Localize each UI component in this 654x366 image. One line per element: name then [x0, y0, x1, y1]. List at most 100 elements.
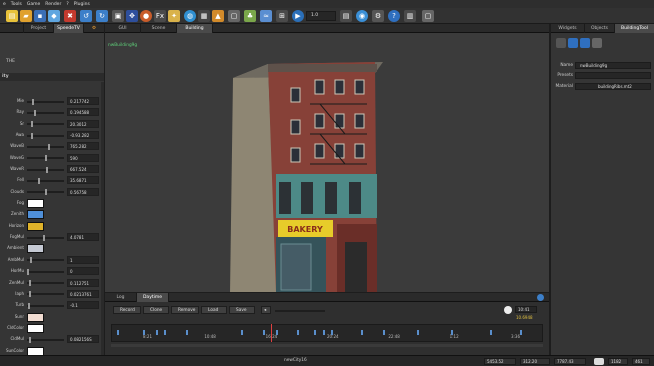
property-value[interactable]: 4.0781 [67, 233, 99, 242]
timeline-keyframe[interactable] [314, 330, 317, 335]
record-button[interactable]: Record [113, 306, 141, 314]
property-value[interactable]: -0.93.282 [67, 131, 99, 140]
menu-item-2[interactable]: Game [27, 2, 40, 7]
slider-knob[interactable] [28, 302, 31, 309]
slider-knob[interactable] [27, 268, 29, 275]
timeline-track[interactable] [111, 324, 543, 342]
snap-grid-icon[interactable]: ▤ [340, 10, 352, 22]
timeline-keyframe[interactable] [322, 330, 325, 335]
property-slider[interactable] [27, 268, 64, 275]
slider-knob[interactable] [37, 177, 40, 184]
property-value[interactable]: 590 [67, 153, 99, 162]
slider-knob[interactable] [48, 143, 50, 150]
timeline-keyframe[interactable] [451, 330, 454, 335]
timeline-keyframe[interactable] [241, 330, 244, 335]
property-value[interactable]: 0.56758 [67, 187, 99, 196]
delete-icon[interactable]: ✖ [64, 10, 76, 22]
slider-knob[interactable] [32, 98, 35, 105]
select-icon[interactable]: ▣ [112, 10, 124, 22]
terrain-icon[interactable]: ▲ [212, 10, 224, 22]
building-render[interactable]: BAKERY [105, 34, 549, 292]
snap-icon[interactable]: ⊞ [276, 10, 288, 22]
panel-close-icon[interactable] [537, 294, 544, 301]
tab-scene[interactable]: Scene [141, 24, 177, 33]
property-value[interactable]: 0.194588 [67, 108, 99, 117]
grid-icon[interactable]: ▦ [198, 10, 210, 22]
panel-options-icon[interactable]: ⚙ [84, 24, 104, 33]
timeline-keyframe[interactable] [185, 330, 188, 335]
property-slider[interactable] [27, 336, 64, 343]
property-value[interactable]: 35.6871 [67, 176, 99, 185]
save-icon[interactable]: ▪ [34, 10, 46, 22]
property-slider[interactable] [27, 189, 64, 196]
material-field[interactable]: buildingRibs.mt2 [575, 83, 651, 90]
timeline-keyframe[interactable] [489, 330, 492, 335]
slider-knob[interactable] [44, 155, 47, 162]
menu-item-3[interactable]: Render [45, 2, 61, 7]
property-value[interactable]: 765.282 [67, 142, 99, 151]
menu-item-0[interactable]: e [3, 2, 6, 7]
slider-knob[interactable] [29, 257, 32, 264]
tab-objects[interactable]: Objects [585, 24, 615, 33]
timeline-keyframe[interactable] [155, 330, 158, 335]
timeline-cursor[interactable] [271, 324, 273, 342]
timeline-keyframe[interactable] [382, 330, 385, 335]
import-icon[interactable]: ◆ [48, 10, 60, 22]
slider-knob[interactable] [46, 166, 49, 173]
list-view-icon[interactable] [580, 38, 590, 48]
globe-icon[interactable]: ◍ [184, 10, 196, 22]
gear-icon[interactable] [556, 38, 566, 48]
timeline-keyframe[interactable] [519, 330, 522, 335]
slider-knob[interactable] [29, 336, 32, 343]
window-icon[interactable]: ▢ [422, 10, 434, 22]
property-value[interactable]: 0.112751 [67, 278, 99, 287]
property-value[interactable]: 0.217742 [67, 97, 99, 105]
slider-knob[interactable] [44, 189, 47, 196]
property-slider[interactable] [27, 166, 64, 173]
property-value[interactable]: 0.082156S [67, 335, 99, 344]
new-file-icon[interactable]: ▤ [6, 10, 18, 22]
property-slider[interactable] [27, 177, 64, 184]
time-slider[interactable] [275, 309, 325, 312]
timeline-keyframe[interactable] [297, 330, 300, 335]
presets-select[interactable] [575, 72, 651, 79]
slider-knob[interactable] [29, 280, 32, 286]
tab-building[interactable]: Building [177, 24, 213, 33]
fx-icon[interactable]: Fx [154, 10, 166, 22]
property-value[interactable]: 1 [67, 255, 99, 264]
timeline-keyframe[interactable] [361, 330, 364, 335]
tab-speedetv[interactable]: SpeedeTV [54, 24, 84, 33]
color-swatch[interactable] [27, 199, 44, 209]
save-button[interactable]: Save [229, 306, 255, 314]
property-slider[interactable] [27, 98, 64, 105]
property-slider[interactable] [27, 121, 64, 128]
water-icon[interactable]: ≈ [260, 10, 272, 22]
redo-icon[interactable]: ↻ [96, 10, 108, 22]
undo-icon[interactable]: ↺ [80, 10, 92, 22]
camera-icon[interactable]: ▢ [228, 10, 240, 22]
property-slider[interactable] [27, 143, 64, 150]
help-icon[interactable]: ? [388, 10, 400, 22]
menu-item-4[interactable]: ? [66, 2, 68, 7]
tab-left-0[interactable] [0, 24, 24, 33]
property-slider[interactable] [27, 302, 64, 309]
step-icon[interactable]: ◂ [261, 306, 271, 314]
open-folder-icon[interactable]: ▰ [20, 10, 32, 22]
property-slider[interactable] [27, 109, 64, 116]
load-button[interactable]: Load [201, 306, 227, 314]
timeline-keyframe[interactable] [164, 330, 167, 335]
timeline-keyframe[interactable] [262, 330, 265, 335]
remove-button[interactable]: Remove [171, 306, 199, 314]
viewport-panel[interactable]: GUI Scene Building nwBuilding9g BAKERY [105, 24, 549, 292]
sphere-icon[interactable]: ● [140, 10, 152, 22]
property-value[interactable]: 0 [67, 267, 99, 276]
property-slider[interactable] [27, 155, 64, 162]
world-icon[interactable]: ◉ [356, 10, 368, 22]
play-icon[interactable]: ▶ [292, 10, 304, 22]
name-field[interactable]: nwBuilding9g [575, 62, 651, 69]
foliage-icon[interactable]: ♣ [244, 10, 256, 22]
timeline-keyframe[interactable] [416, 330, 419, 335]
tab-gui[interactable]: GUI [105, 24, 141, 33]
property-slider[interactable] [27, 280, 64, 286]
property-slider[interactable] [27, 132, 64, 139]
